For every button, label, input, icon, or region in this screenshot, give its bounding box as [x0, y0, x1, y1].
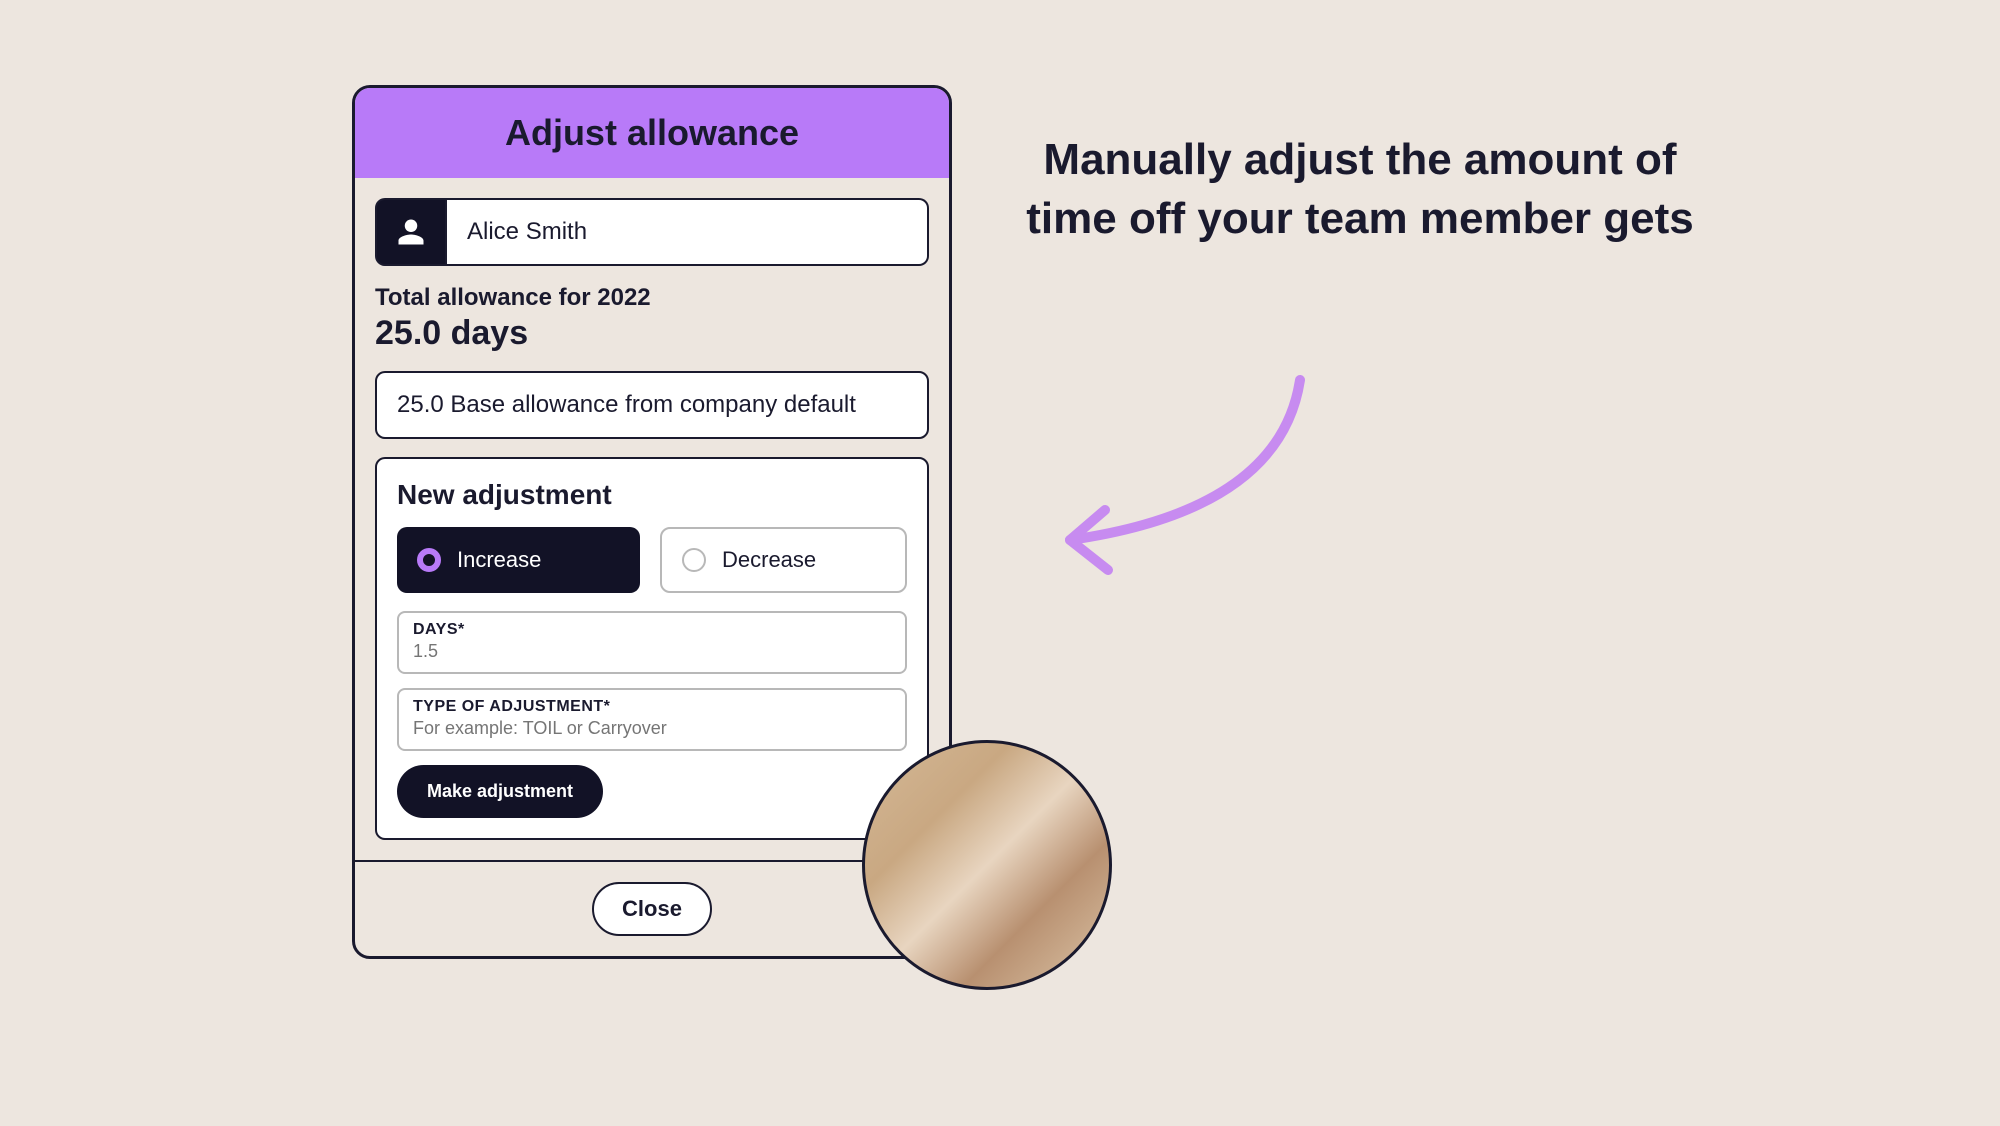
base-allowance-box: 25.0 Base allowance from company default — [375, 371, 929, 439]
card-body: Alice Smith Total allowance for 2022 25.… — [355, 178, 949, 860]
increase-radio[interactable]: Increase — [397, 527, 640, 593]
type-input-group[interactable]: TYPE OF ADJUSTMENT* — [397, 688, 907, 751]
new-adjustment-panel: New adjustment Increase Decrease DAYS* T… — [375, 457, 929, 840]
allowance-value: 25.0 days — [375, 314, 929, 353]
annotation-text: Manually adjust the amount of time off y… — [1010, 130, 1710, 249]
days-label: DAYS* — [413, 621, 891, 639]
arrow-icon — [1020, 370, 1320, 590]
card-header: Adjust allowance — [355, 88, 949, 178]
decrease-radio[interactable]: Decrease — [660, 527, 907, 593]
card-title: Adjust allowance — [375, 112, 929, 154]
type-input[interactable] — [413, 718, 891, 739]
adjustment-type-radio-group: Increase Decrease — [397, 527, 907, 593]
allowance-label: Total allowance for 2022 — [375, 284, 929, 312]
radio-indicator-icon — [682, 548, 706, 572]
decrease-label: Decrease — [722, 547, 816, 573]
adjust-allowance-card: Adjust allowance Alice Smith Total allow… — [352, 85, 952, 959]
radio-indicator-icon — [417, 548, 441, 572]
close-button[interactable]: Close — [592, 882, 712, 936]
user-field[interactable]: Alice Smith — [375, 198, 929, 266]
type-label: TYPE OF ADJUSTMENT* — [413, 698, 891, 716]
days-input[interactable] — [413, 641, 891, 662]
days-input-group[interactable]: DAYS* — [397, 611, 907, 674]
make-adjustment-button[interactable]: Make adjustment — [397, 765, 603, 818]
user-name: Alice Smith — [447, 198, 929, 266]
user-icon — [375, 198, 447, 266]
adjustment-title: New adjustment — [397, 479, 907, 511]
card-footer: Close — [355, 860, 949, 956]
increase-label: Increase — [457, 547, 541, 573]
avatar — [862, 740, 1112, 990]
